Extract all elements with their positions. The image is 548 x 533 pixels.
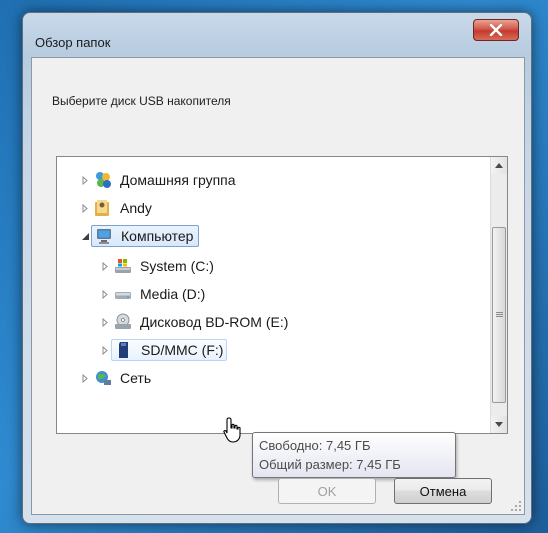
dialog-prompt: Выберите диск USB накопителя [52,94,231,108]
close-icon [489,24,503,36]
expand-arrow-icon[interactable] [79,202,91,214]
folder-tree[interactable]: Домашняя группа Andy Компьютер System (C… [56,156,508,434]
tree-item-bdrom-e[interactable]: Дисковод BD-ROM (E:) [99,309,291,335]
tree-item-label: Andy [120,200,152,216]
ok-button[interactable]: OK [278,478,376,504]
drive-info-tooltip: Свободно: 7,45 ГБ Общий размер: 7,45 ГБ [252,432,456,478]
system-drive-icon [113,256,133,276]
tree-item-label: System (C:) [140,258,214,274]
optical-drive-icon [113,312,133,332]
hard-drive-icon [113,284,133,304]
scrollbar-thumb[interactable] [492,227,506,403]
collapse-arrow-icon[interactable] [79,230,91,242]
tree-item-label: Сеть [120,370,152,386]
scroll-up-button[interactable] [491,157,507,174]
tree-item-label: Домашняя группа [120,172,236,188]
browse-folders-dialog: Обзор папок Выберите диск USB накопителя… [22,12,532,524]
homegroup-icon [93,170,113,190]
tree-item-andy[interactable]: Andy [79,195,155,221]
user-folder-icon [93,198,113,218]
tree-item-media-d[interactable]: Media (D:) [99,281,208,307]
network-icon [93,368,113,388]
scroll-up-arrow-icon [495,163,503,168]
tree-item-network[interactable]: Сеть [79,365,154,391]
tree-item-homegroup[interactable]: Домашняя группа [79,167,239,193]
tree-item-label: SD/MMC (F:) [141,342,224,358]
tree-item-sdmmc-f[interactable]: SD/MMC (F:) [99,337,228,363]
tree-item-label: Дисковод BD-ROM (E:) [140,314,289,330]
tree-item-system-c[interactable]: System (C:) [99,253,217,279]
tree-item-label: Компьютер [121,228,194,244]
dialog-client-area: Выберите диск USB накопителя Домашняя гр… [31,57,525,515]
expand-arrow-icon[interactable] [79,372,91,384]
tooltip-total-size: Общий размер: 7,45 ГБ [259,457,401,472]
scroll-down-arrow-icon [495,422,503,427]
expand-arrow-icon[interactable] [99,288,111,300]
hand-cursor-icon [223,417,241,443]
tree-item-label: Media (D:) [140,286,206,302]
expand-arrow-icon[interactable] [99,260,111,272]
computer-icon [94,226,114,246]
scroll-down-button[interactable] [491,416,507,433]
expand-arrow-icon[interactable] [79,174,91,186]
resize-grip-icon[interactable] [510,500,522,512]
expand-arrow-icon[interactable] [99,344,111,356]
expand-arrow-icon[interactable] [99,316,111,328]
tree-scrollbar[interactable] [490,157,507,433]
dialog-title: Обзор папок [35,35,111,50]
tooltip-free-space: Свободно: 7,45 ГБ [259,438,371,453]
sd-card-icon [114,340,134,360]
tree-item-computer[interactable]: Компьютер [79,223,200,249]
cancel-button[interactable]: Отмена [394,478,492,504]
close-button[interactable] [473,19,519,41]
